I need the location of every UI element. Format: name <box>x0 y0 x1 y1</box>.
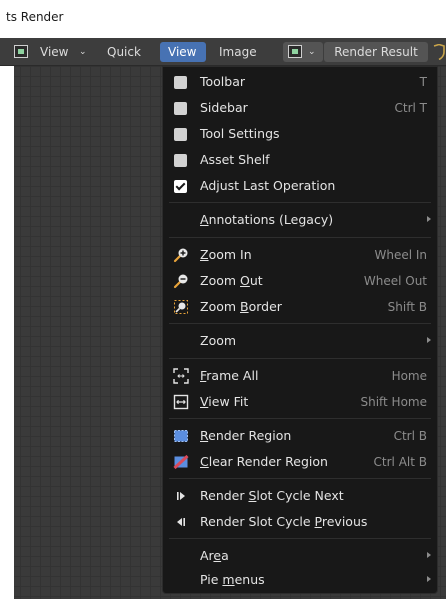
menu-separator <box>169 358 431 359</box>
menu-item-adjust-last-operation[interactable]: Adjust Last Operation <box>163 173 437 199</box>
menu-item-label: Frame All <box>200 368 259 383</box>
menu-item-label: Annotations (Legacy) <box>200 212 334 227</box>
zoom-in-icon <box>173 248 188 263</box>
menu-item-pie-menus[interactable]: Pie menus <box>163 567 437 593</box>
window-title: ts Render <box>6 10 64 24</box>
zoom-border-icon <box>174 300 188 314</box>
next-frame-icon <box>177 492 185 500</box>
menu-separator <box>169 202 431 203</box>
image-name-field[interactable]: Render Result <box>324 42 428 62</box>
checkbox-icon[interactable] <box>174 76 187 89</box>
menu-item-render-slot-cycle-next[interactable]: Render Slot Cycle Next <box>163 483 437 509</box>
menu-item-label: Zoom <box>200 333 237 348</box>
frame-all-icon <box>173 368 189 384</box>
menu-item-label: Zoom Out <box>200 273 263 288</box>
previous-frame-icon <box>177 518 185 526</box>
fake-user-button[interactable] <box>431 42 446 62</box>
menu-item-sidebar[interactable]: Sidebar Ctrl T <box>163 95 437 121</box>
menu-item-frame-all[interactable]: Frame All Home <box>163 363 437 389</box>
menu-item-shortcut: Shift Home <box>360 395 427 409</box>
menu-separator <box>169 237 431 238</box>
menu-item-label: Tool Settings <box>200 126 280 141</box>
submenu-arrow-icon <box>427 576 431 582</box>
menu-item-view-fit[interactable]: View Fit Shift Home <box>163 389 437 415</box>
menu-item-shortcut: Wheel Out <box>363 274 427 288</box>
menu-item-label: Render Slot Cycle Previous <box>200 514 368 529</box>
image-editor-header: View ⌄ Quick View Image ⌄ Render Result <box>0 38 446 66</box>
menu-item-label: Zoom In <box>200 247 252 262</box>
checkbox-icon[interactable] <box>174 128 187 141</box>
window-edge <box>0 66 14 599</box>
zoom-out-icon <box>173 274 188 289</box>
menu-separator <box>169 418 431 419</box>
menu-item-zoom-out[interactable]: Zoom Out Wheel Out <box>163 268 437 294</box>
render-region-icon <box>174 430 188 442</box>
view-fit-icon <box>173 394 189 410</box>
menu-item-render-slot-cycle-previous[interactable]: Render Slot Cycle Previous <box>163 509 437 535</box>
checkbox-checked-icon[interactable] <box>174 180 187 193</box>
menu-item-shortcut: Ctrl Alt B <box>373 455 427 469</box>
image-icon <box>288 45 302 58</box>
menu-item-label: Clear Render Region <box>200 454 328 469</box>
menu-item-toolbar[interactable]: Toolbar T <box>163 69 437 95</box>
menu-item-label: Asset Shelf <box>200 152 270 167</box>
chevron-down-icon: ⌄ <box>308 47 316 57</box>
menu-item-shortcut: Ctrl B <box>393 429 427 443</box>
menu-item-shortcut: Ctrl T <box>394 101 428 115</box>
submenu-arrow-icon <box>427 216 431 222</box>
menu-item-zoom-border[interactable]: Zoom Border Shift B <box>163 294 437 320</box>
menu-item-label: Render Region <box>200 428 292 443</box>
menu-separator <box>169 478 431 479</box>
submenu-arrow-icon <box>427 337 431 343</box>
menu-item-shortcut: T <box>419 75 427 89</box>
menu-item-shortcut: Shift B <box>387 300 427 314</box>
image-browse-dropdown[interactable]: ⌄ <box>283 42 323 62</box>
menu-separator <box>169 538 431 539</box>
menu-item-label: Zoom Border <box>200 299 282 314</box>
window-titlebar: ts Render <box>0 0 446 38</box>
menu-item-label: Sidebar <box>200 100 248 115</box>
view-dropdown-menu: Toolbar T Sidebar Ctrl T Tool Settings A… <box>162 66 438 594</box>
menu-item-label: Adjust Last Operation <box>200 178 336 193</box>
menu-item-annotations-legacy[interactable]: Annotations (Legacy) <box>163 207 437 233</box>
menu-item-label: Toolbar <box>200 74 246 89</box>
menu-item-asset-shelf[interactable]: Asset Shelf <box>163 147 437 173</box>
menu-item-render-region[interactable]: Render Region Ctrl B <box>163 423 437 449</box>
menu-item-zoom-in[interactable]: Zoom In Wheel In <box>163 242 437 268</box>
image-editor-icon <box>14 45 28 58</box>
menu-item-area[interactable]: Area <box>163 543 437 569</box>
view-left-label: View <box>40 45 69 59</box>
image-menu-button[interactable]: Image <box>219 42 257 62</box>
checkbox-icon[interactable] <box>174 102 187 115</box>
menu-item-label: Area <box>200 548 229 563</box>
shield-icon <box>433 44 445 60</box>
menu-item-clear-render-region[interactable]: Clear Render Region Ctrl Alt B <box>163 449 437 475</box>
menu-item-shortcut: Wheel In <box>374 248 427 262</box>
quick-menu-button[interactable]: Quick <box>107 42 141 62</box>
menu-item-label: View Fit <box>200 394 249 409</box>
view-menu-button[interactable]: View <box>160 42 206 62</box>
menu-item-label: Pie menus <box>200 572 265 587</box>
menu-item-tool-settings[interactable]: Tool Settings <box>163 121 437 147</box>
menu-item-label: Render Slot Cycle Next <box>200 488 344 503</box>
menu-separator <box>169 323 431 324</box>
menu-item-shortcut: Home <box>391 369 427 383</box>
checkbox-icon[interactable] <box>174 154 187 167</box>
menu-item-zoom[interactable]: Zoom <box>163 328 437 354</box>
submenu-arrow-icon <box>427 552 431 558</box>
chevron-down-icon: ⌄ <box>79 47 87 57</box>
clear-render-region-icon <box>173 454 189 470</box>
view-left-menu-button[interactable]: View ⌄ <box>14 42 96 62</box>
